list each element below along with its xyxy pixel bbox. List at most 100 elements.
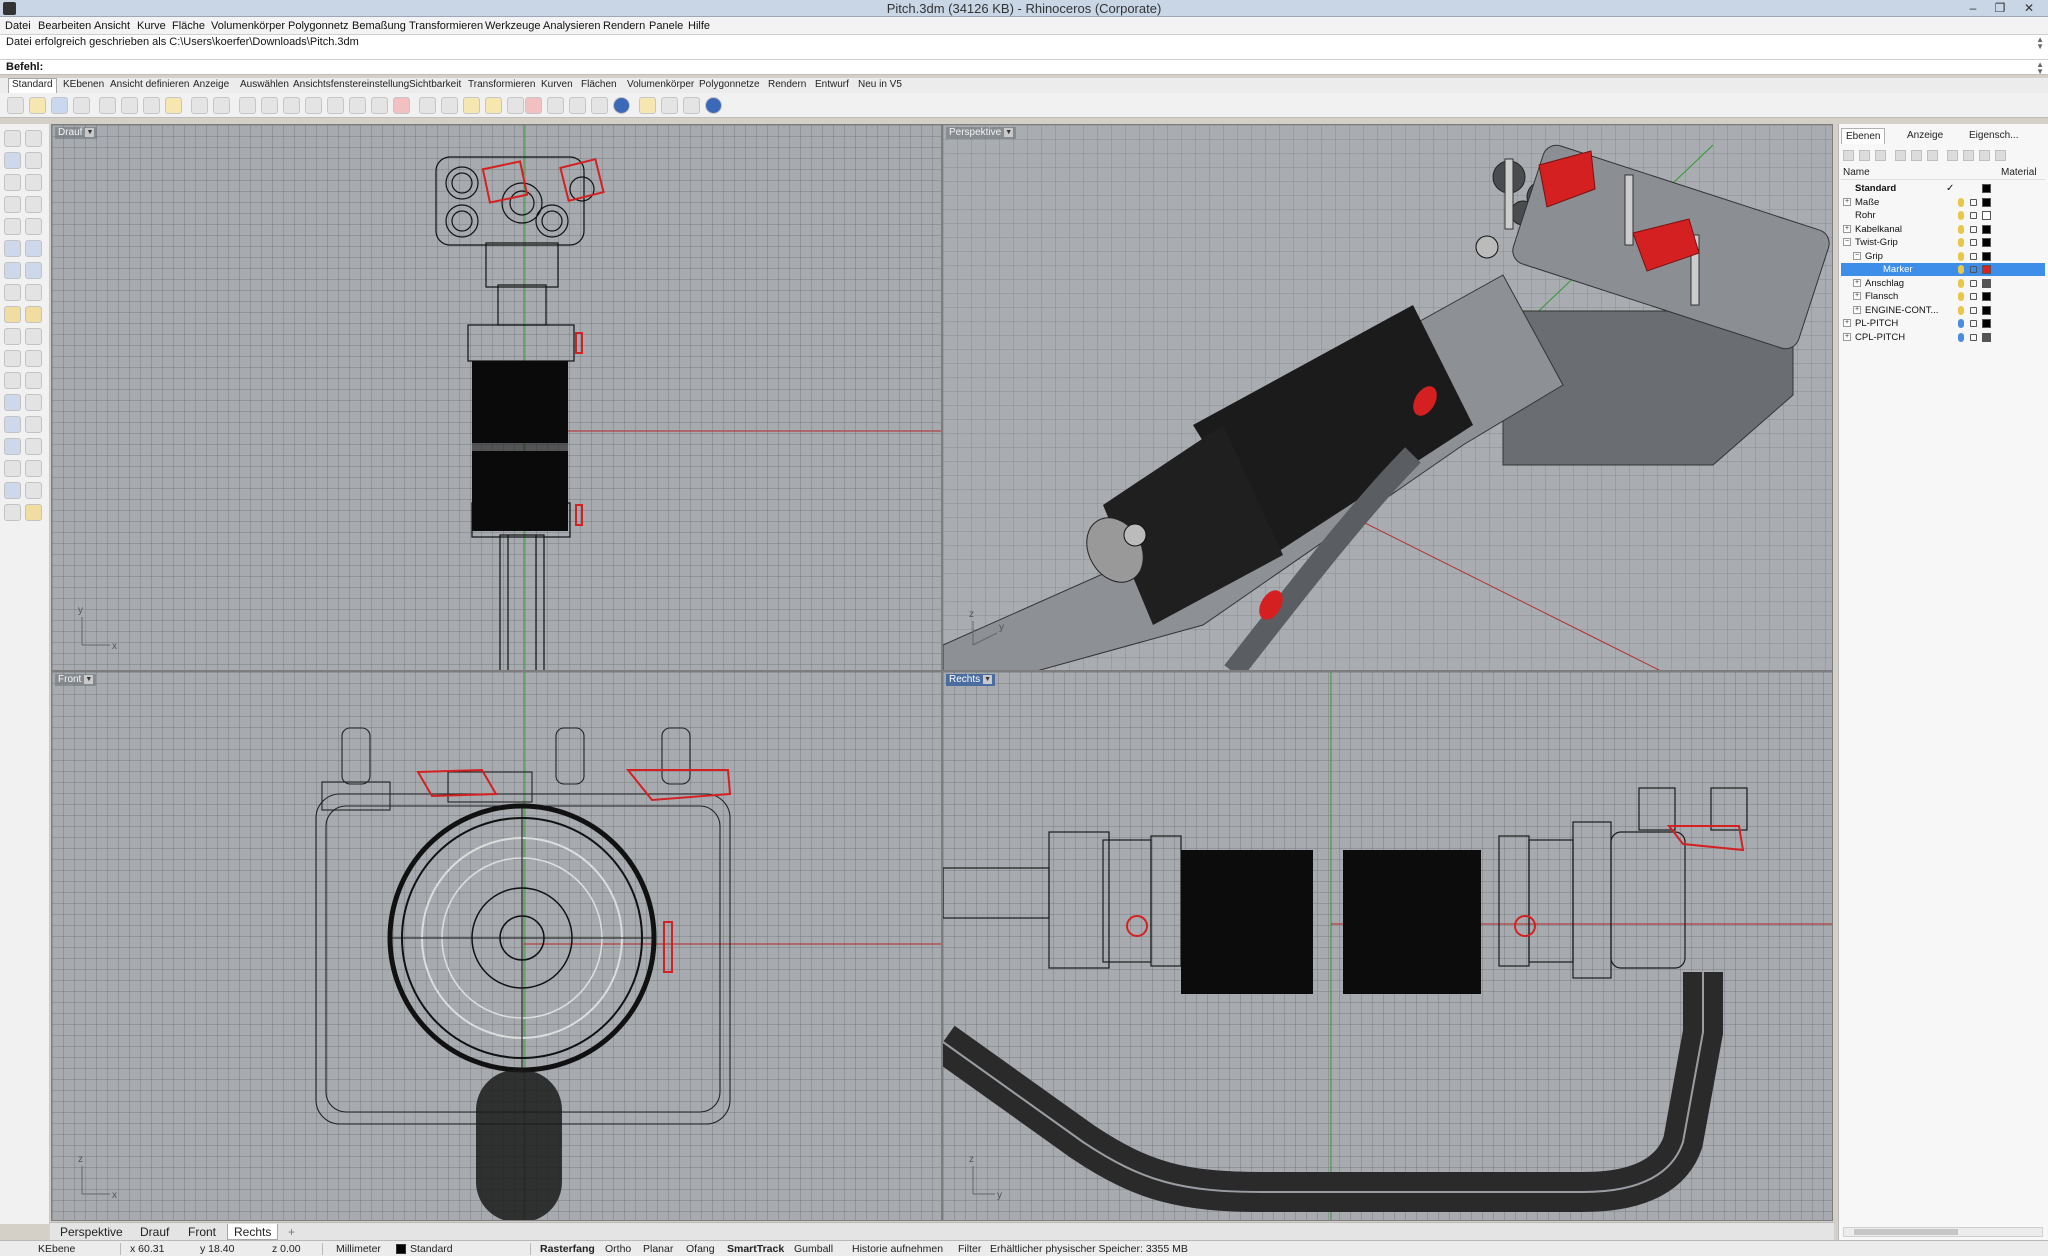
layer-icon[interactable] [525, 97, 542, 114]
layer-row[interactable]: + Anschlag [1841, 277, 2045, 290]
light-bulb-icon[interactable] [485, 97, 502, 114]
layer-lock-icon[interactable] [1970, 306, 1977, 314]
menu-polygonnetz[interactable]: Polygonnetz [288, 20, 349, 32]
rendered-sphere-icon[interactable] [613, 97, 630, 114]
undo-view-icon[interactable] [349, 97, 366, 114]
layer-color-swatch[interactable] [1982, 319, 1991, 328]
layer-visibility-bulb-icon[interactable] [1958, 305, 1964, 315]
mesh-icon[interactable] [4, 284, 21, 301]
move-down-icon[interactable] [1911, 150, 1922, 161]
undo-icon[interactable] [191, 97, 208, 114]
layer-expand-toggle[interactable]: + [1843, 319, 1851, 327]
dimension-icon[interactable] [25, 394, 42, 411]
fillet-icon[interactable] [4, 306, 21, 323]
toolbar-tab-standard[interactable]: Standard [8, 78, 57, 93]
layer-visibility-bulb-icon[interactable] [1958, 238, 1964, 247]
tab-front[interactable]: Front [182, 1224, 222, 1240]
layer-color-swatch[interactable] [1982, 197, 1991, 207]
layer-color-swatch[interactable] [1982, 332, 1991, 342]
import-icon[interactable] [99, 97, 116, 114]
layer-expand-toggle[interactable]: − [1843, 238, 1851, 246]
minimize-button[interactable]: – [1960, 0, 1986, 16]
toolbar-tab-transformieren[interactable]: Transformieren [465, 79, 538, 90]
layer-row[interactable]: + CPL-PITCH [1841, 331, 2045, 344]
layer-color-swatch[interactable] [1982, 211, 1991, 220]
status-cplane[interactable]: KEbene [38, 1243, 75, 1255]
polygon-icon[interactable] [4, 196, 21, 213]
layer-row[interactable]: Marker [1841, 263, 2045, 276]
toolbar-tab-volumenkoerper[interactable]: Volumenkörper [624, 79, 697, 90]
layer-row[interactable]: + Kabelkanal [1841, 223, 2045, 236]
layer-row[interactable]: + PL-PITCH [1841, 317, 2045, 330]
maximize-button[interactable]: ❐ [1987, 0, 2013, 16]
gumball-icon[interactable] [639, 97, 656, 114]
menu-bearbeiten[interactable]: Bearbeiten [38, 20, 91, 32]
toolbar-tab-neu-in-v5[interactable]: Neu in V5 [855, 79, 905, 90]
explode-icon[interactable] [25, 350, 42, 367]
surface-corner-icon[interactable] [4, 240, 21, 257]
viewport-perspective[interactable]: z y Perspektive ▼ [942, 124, 1833, 671]
ellipse-icon[interactable] [4, 218, 21, 235]
layer-expand-toggle[interactable]: − [1853, 251, 1861, 260]
viewport-right-label[interactable]: Rechts ▼ [946, 674, 996, 686]
toolbar-tab-entwurf[interactable]: Entwurf [812, 79, 852, 90]
command-line[interactable]: Befehl: ▲ ▼ [0, 60, 2048, 76]
options-icon[interactable] [661, 97, 678, 114]
layer-visibility-bulb-icon[interactable] [1958, 265, 1964, 274]
command-history-scroll[interactable]: ▲ ▼ [2036, 36, 2044, 51]
toggle-planar[interactable]: Planar [643, 1243, 673, 1255]
select-icon[interactable] [441, 97, 458, 114]
snap-icon[interactable] [25, 460, 42, 477]
move-up-icon[interactable] [1895, 150, 1906, 161]
layer-expand-toggle[interactable]: + [1843, 197, 1851, 206]
boolean-icon[interactable] [25, 284, 42, 301]
zoom-window-icon[interactable] [283, 97, 300, 114]
toolbar-tab-rendern[interactable]: Rendern [765, 79, 809, 90]
menu-hilfe[interactable]: Hilfe [688, 20, 710, 32]
toolbar-tab-kebenen[interactable]: KEbenen [60, 79, 107, 90]
toolbar-tab-anzeige[interactable]: Anzeige [190, 79, 232, 90]
viewport-right[interactable]: z y Rechts ▼ [942, 671, 1833, 1221]
draft-icon[interactable] [25, 504, 42, 521]
point-icon[interactable] [25, 130, 42, 147]
menu-flaeche[interactable]: Fläche [172, 20, 205, 32]
layer-visibility-bulb-icon[interactable] [1958, 224, 1964, 234]
layer-expand-toggle[interactable]: + [1853, 292, 1861, 300]
toggle-gumball[interactable]: Gumball [794, 1243, 833, 1255]
chevron-down-icon[interactable]: ▼ [983, 674, 993, 684]
command-line-scroll[interactable]: ▲ ▼ [2036, 61, 2044, 76]
tab-drauf[interactable]: Drauf [134, 1224, 175, 1240]
layer-lock-icon[interactable] [1970, 266, 1977, 273]
tab-rechts[interactable]: Rechts [227, 1224, 279, 1240]
layer-visibility-bulb-icon[interactable] [1958, 292, 1964, 301]
blend-icon[interactable] [25, 372, 42, 389]
layers-horizontal-scrollbar[interactable] [1843, 1227, 2043, 1237]
layer-expand-toggle[interactable]: + [1843, 224, 1851, 233]
layer-visibility-bulb-icon[interactable] [1958, 211, 1964, 220]
layer-expand-toggle[interactable]: + [1853, 305, 1861, 314]
filter-icon[interactable] [1947, 150, 1958, 161]
scrollbar-thumb[interactable] [1854, 1229, 1958, 1235]
analyze-icon[interactable] [4, 482, 21, 499]
transform-icon[interactable] [4, 416, 21, 433]
solid-box-icon[interactable] [4, 262, 21, 279]
chamfer-icon[interactable] [25, 306, 42, 323]
new-sublayer-icon[interactable] [1859, 150, 1870, 161]
zoom-selected-icon[interactable] [327, 97, 344, 114]
layer-row[interactable]: Rohr [1841, 209, 2045, 222]
menu-werkzeuge[interactable]: Werkzeuge [485, 20, 540, 32]
layer-color-swatch[interactable] [1982, 278, 1991, 288]
layer-expand-toggle[interactable]: + [1853, 278, 1861, 287]
tab-anzeige[interactable]: Anzeige [1903, 128, 1947, 144]
layer-visibility-bulb-icon[interactable] [1958, 332, 1964, 342]
layer-row[interactable]: + Maße [1841, 196, 2045, 209]
layer-row[interactable]: + Flansch [1841, 290, 2045, 303]
text-icon[interactable] [4, 394, 21, 411]
array-icon[interactable] [4, 438, 21, 455]
viewport-perspective-label[interactable]: Perspektive ▼ [946, 127, 1017, 139]
pan-hand-icon[interactable] [213, 97, 230, 114]
toolbar-tab-flaechen[interactable]: Flächen [578, 79, 620, 90]
menu-panele[interactable]: Panele [649, 20, 683, 32]
viewport-top-label[interactable]: Drauf ▼ [55, 127, 98, 139]
freeform-icon[interactable] [25, 218, 42, 235]
